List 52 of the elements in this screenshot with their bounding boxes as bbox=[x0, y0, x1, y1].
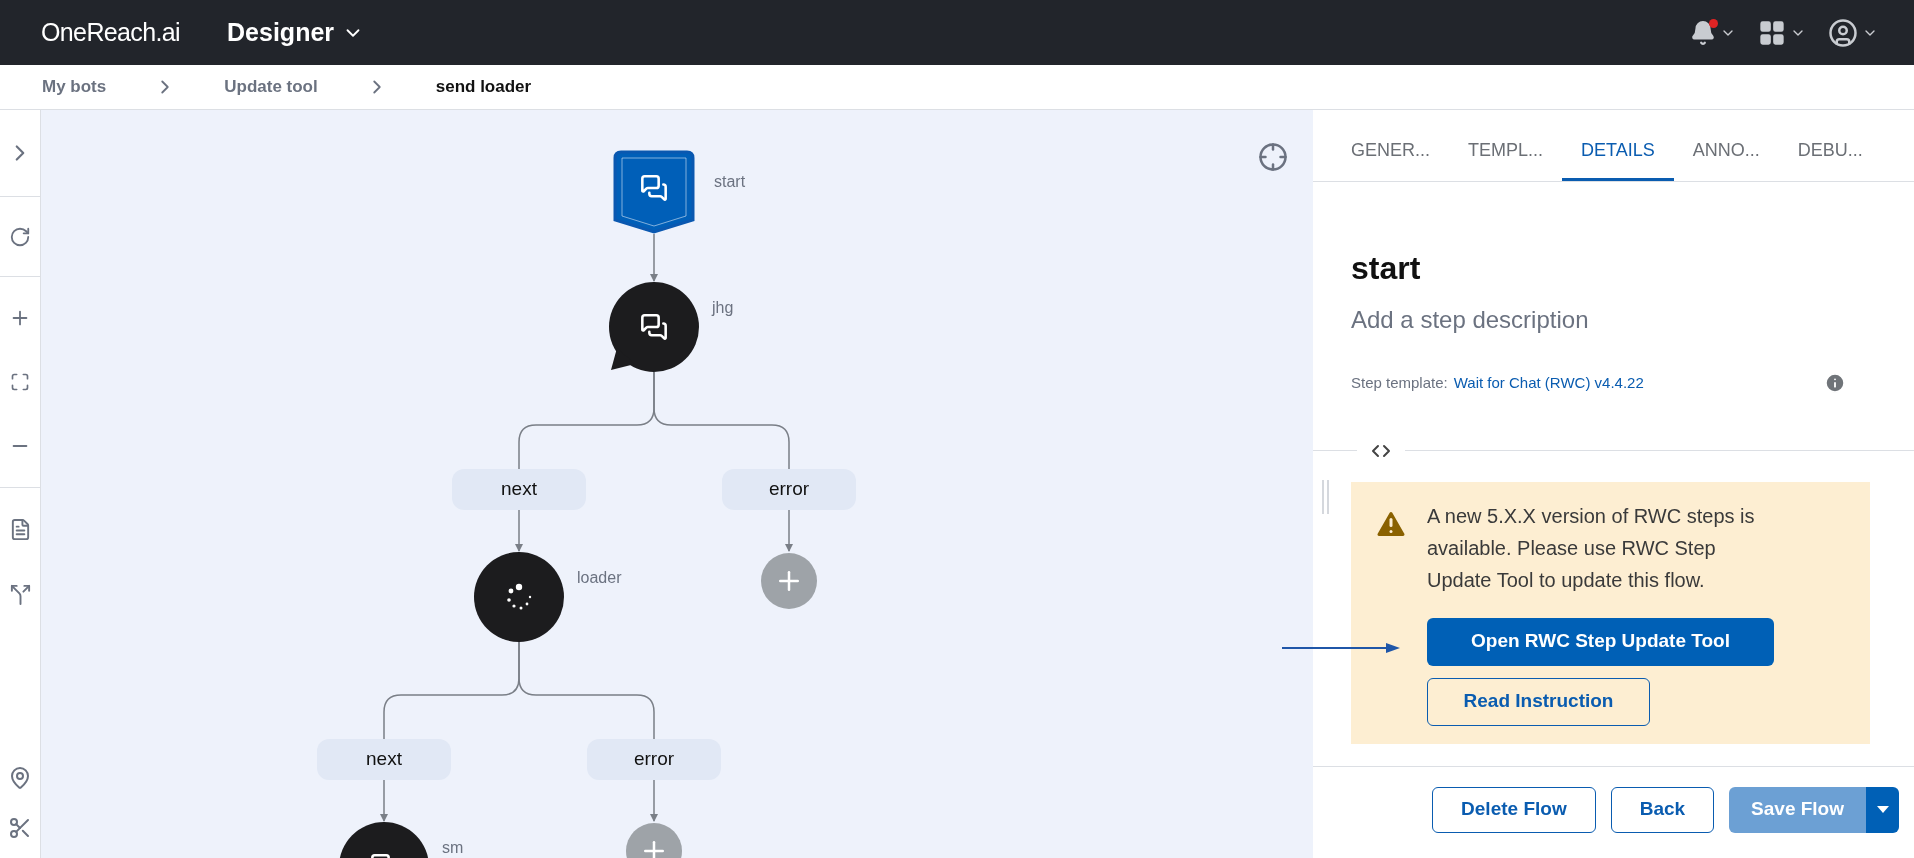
exit-label[interactable]: next bbox=[317, 739, 451, 780]
breadcrumb-link[interactable]: Update tool bbox=[224, 74, 318, 100]
chat-bubbles-icon bbox=[640, 174, 668, 202]
locate-icon[interactable] bbox=[1258, 142, 1288, 172]
loader-node[interactable] bbox=[474, 552, 564, 644]
node-label: start bbox=[714, 172, 746, 192]
alert-message: A new 5.X.X version of RWC steps is available. Please use RWC Step Update Tool to update this flow. bbox=[1427, 503, 1756, 593]
node-label: jhg bbox=[712, 298, 734, 318]
connector-arrow bbox=[380, 779, 388, 822]
panel-tab[interactable]: TEMPL... bbox=[1449, 109, 1563, 181]
loading-dots-icon bbox=[505, 583, 533, 611]
footer-button[interactable]: Delete Flow bbox=[1432, 786, 1596, 833]
add-step-button[interactable] bbox=[761, 553, 817, 609]
app-switcher[interactable]: Designer bbox=[227, 13, 365, 52]
read-instruction-button[interactable]: Read Instruction bbox=[1427, 677, 1650, 726]
save-options-button[interactable] bbox=[1866, 786, 1899, 833]
template-link[interactable]: Wait for Chat (RWC) v4.4.22 bbox=[1453, 372, 1644, 395]
chat-node[interactable] bbox=[609, 282, 699, 374]
branch-icon[interactable] bbox=[8, 583, 32, 606]
node-label: loader bbox=[577, 568, 622, 588]
bell-icon bbox=[1690, 19, 1716, 46]
step-description[interactable]: Add a step description bbox=[1351, 302, 1876, 338]
info-icon[interactable] bbox=[1824, 372, 1846, 395]
fit-screen-icon[interactable] bbox=[10, 372, 30, 392]
footer-button[interactable]: Back bbox=[1610, 786, 1715, 833]
breadcrumb-link[interactable]: send loader bbox=[435, 74, 532, 100]
connector-arrow bbox=[650, 779, 658, 822]
apps-grid-icon bbox=[1758, 18, 1786, 47]
refresh-icon[interactable] bbox=[9, 225, 31, 248]
step-title: start bbox=[1351, 249, 1422, 288]
panel-tab[interactable]: GENER... bbox=[1332, 109, 1449, 181]
resize-handle[interactable] bbox=[1322, 479, 1329, 514]
start-node[interactable] bbox=[613, 150, 695, 234]
user-avatar-icon bbox=[1828, 17, 1858, 48]
exit-label[interactable]: next bbox=[452, 469, 586, 510]
pin-icon[interactable] bbox=[8, 766, 32, 790]
connector-arrow bbox=[650, 233, 658, 282]
connector-arrow bbox=[515, 509, 523, 552]
caret-icon bbox=[1876, 806, 1889, 813]
template-label: Step template: bbox=[1351, 373, 1448, 393]
connector-arrow bbox=[785, 509, 793, 552]
logo[interactable]: OneReach.ai bbox=[41, 13, 181, 52]
node-label: sm bbox=[442, 838, 464, 858]
breadcrumb-link[interactable]: My bots bbox=[42, 74, 107, 100]
scissors-icon[interactable] bbox=[8, 816, 32, 840]
panel-tab[interactable]: DETAILS bbox=[1562, 109, 1674, 181]
chat-bubbles-icon bbox=[640, 313, 668, 341]
panel-tab[interactable]: ANNO... bbox=[1673, 109, 1779, 181]
open-update-tool-button[interactable]: Open RWC Step Update Tool bbox=[1427, 617, 1774, 666]
panel-tab[interactable]: DEBU... bbox=[1778, 109, 1882, 181]
exit-label[interactable]: error bbox=[722, 469, 856, 510]
exit-label[interactable]: error bbox=[587, 739, 721, 780]
